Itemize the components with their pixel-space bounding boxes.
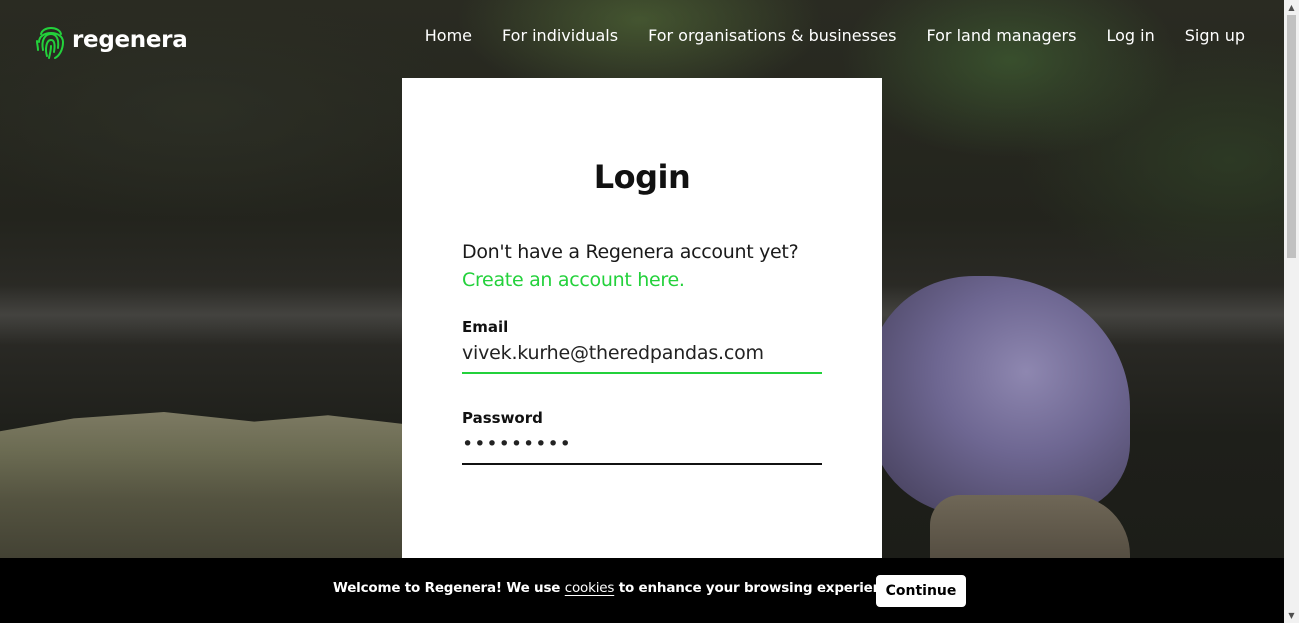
fingerprint-logo-icon [36,27,65,59]
email-label: Email [462,318,509,336]
cookie-banner: Welcome to Regenera! We use cookies to e… [0,558,1284,623]
cookie-message-start: Welcome to Regenera! We use [333,580,565,596]
login-card: Login Don't have a Regenera account yet?… [402,78,882,578]
nav-for-organisations[interactable]: For organisations & businesses [648,26,896,45]
scroll-down-arrow-icon[interactable]: ▼ [1284,608,1299,623]
brand-name: regenera [72,27,188,53]
site-header: regenera Home For individuals For organi… [0,0,1284,78]
page-title: Login [593,158,691,196]
nav-sign-up[interactable]: Sign up [1185,26,1245,45]
account-prompt: Don't have a Regenera account yet? Creat… [462,238,822,294]
cookie-message-end: to enhance your browsing experience. [614,580,904,596]
password-field[interactable] [462,433,822,465]
cookie-message: Welcome to Regenera! We use cookies to e… [333,580,904,596]
email-field-group: Email [462,318,822,374]
scrollbar-thumb[interactable] [1287,15,1296,258]
nav-log-in[interactable]: Log in [1106,26,1154,45]
page-scrollbar[interactable]: ▲ ▼ [1284,0,1299,623]
background-log-left [0,412,410,572]
scroll-up-arrow-icon[interactable]: ▲ [1284,0,1299,15]
nav-home[interactable]: Home [425,26,472,45]
cookies-link[interactable]: cookies [565,580,615,596]
cookie-continue-button[interactable]: Continue [876,575,966,607]
page-viewport: regenera Home For individuals For organi… [0,0,1299,623]
nav-for-land-managers[interactable]: For land managers [927,26,1077,45]
brand-logo-link[interactable]: regenera [36,20,188,60]
main-nav: Home For individuals For organisations &… [425,26,1245,45]
password-label: Password [462,409,543,427]
account-prompt-text: Don't have a Regenera account yet? [462,241,799,263]
email-field[interactable] [462,342,822,374]
create-account-link[interactable]: Create an account here. [462,266,822,294]
password-field-group: Password [462,409,822,465]
nav-for-individuals[interactable]: For individuals [502,26,618,45]
